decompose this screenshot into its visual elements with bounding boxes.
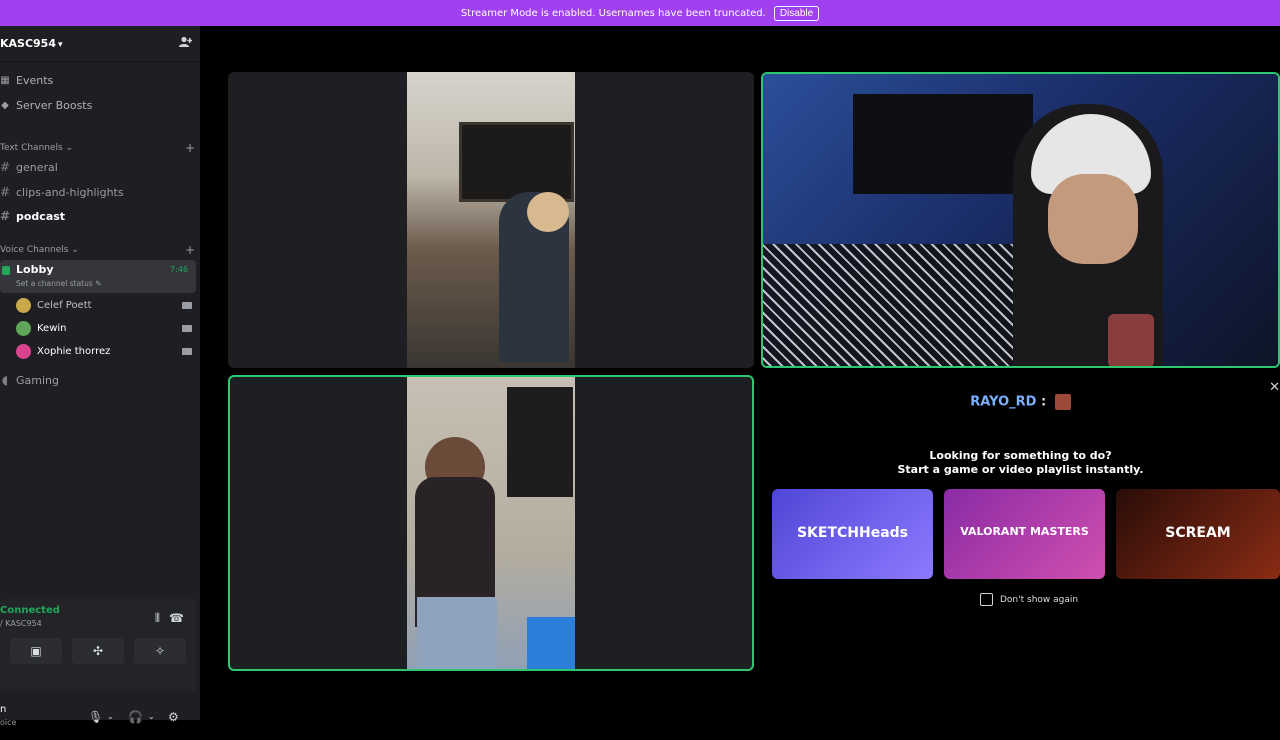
avatar [16,320,31,336]
chevron-down-icon: ▾ [58,40,63,50]
participant-video [407,377,575,669]
member-name: Xophie thorrez [37,345,111,357]
soundboard-icon: ✧ [154,644,166,658]
speaker-icon: ◖ [1,373,9,387]
set-channel-status[interactable]: Set a channel status ✎ [16,279,101,288]
avatar [16,297,31,313]
voice-connection-panel: Connected / KASC954 ⦀ ☎ ▣ ✣ ✧ [0,599,196,691]
participant-video [407,72,575,368]
video-tile-speaking[interactable] [228,375,754,671]
activity-suggestion-panel: RAYO_RD : ✕ Looking for something to do?… [761,374,1280,670]
activity-card-scream[interactable]: SCREAM [1116,489,1280,579]
member-name: Celef Poett [37,299,92,311]
category-voice-channels[interactable]: Voice Channels ⌄ + [0,243,195,257]
user-status: oice [0,718,17,727]
banner-text: Streamer Mode is enabled. Usernames have… [460,7,766,19]
activities-icon: ✣ [92,644,104,658]
microphone-icon[interactable]: 🎙 [88,710,103,724]
disconnect-icon[interactable]: ☎ [169,611,184,625]
activity-card-valorant[interactable]: VALORANT MASTERS [944,489,1105,579]
channel-label: clips-and-highlights [16,185,124,199]
video-tile[interactable] [228,72,754,368]
voice-connected-channel: / KASC954 [0,619,42,628]
channel-clips-and-highlights[interactable]: # clips-and-highlights [0,185,124,199]
gear-icon[interactable]: ⚙ [168,710,179,724]
activity-username: RAYO_RD [970,394,1037,410]
channel-general[interactable]: # general [0,160,58,174]
add-channel-icon[interactable]: + [185,243,195,257]
voice-connected-status[interactable]: Connected [0,605,60,616]
headphones-icon[interactable]: 🎧 [128,710,143,724]
member-name: Kewin [37,322,67,334]
avatar [16,343,31,359]
lobby-timer: 7:46 [170,265,188,274]
camera-icon [182,301,192,309]
boost-icon: ◆ [1,100,9,111]
camera-icon [182,324,192,332]
noise-suppression-icon[interactable]: ⦀ [155,611,160,626]
hash-icon: # [0,185,11,199]
nav-server-boosts-label: Server Boosts [16,99,93,112]
hash-icon: # [0,160,11,174]
hash-icon: # [0,209,11,223]
channel-label: general [16,160,58,174]
soundboard-button[interactable]: ✧ [134,638,186,664]
video-tile-speaking[interactable] [761,72,1280,368]
nav-events[interactable]: ▦ Events [0,74,53,87]
nav-events-label: Events [16,74,54,87]
dont-show-label: Don't show again [1000,594,1079,605]
channel-sidebar: KASC954 ▾ ▦ Events ◆ Server Boosts Text C… [0,26,200,727]
category-label: Text Channels [0,143,63,153]
lobby-label: Lobby [16,263,54,276]
voice-member[interactable]: Kewin [16,319,192,337]
dont-show-again[interactable]: Don't show again [980,593,1078,606]
voice-channel-lobby[interactable]: Lobby 7:46 Set a channel status ✎ [0,260,196,293]
activity-username-row: RAYO_RD : [761,394,1280,410]
close-icon[interactable]: ✕ [1269,380,1280,395]
category-text-channels[interactable]: Text Channels ⌄ + [0,141,195,155]
streamer-mode-banner: Streamer Mode is enabled. Usernames have… [0,0,1280,26]
user-panel: n oice 🎙 ⌄ 🎧 ⌄ ⚙ [0,694,200,740]
channel-label: podcast [16,209,66,223]
pencil-icon: ✎ [95,279,102,288]
activity-prompt: Looking for something to do? Start a gam… [897,449,1144,476]
activity-card-sketchheads[interactable]: SKETCHHeads [772,489,933,579]
share-screen-button[interactable]: ▣ [10,638,62,664]
voice-member[interactable]: Celef Poett [16,296,192,314]
disable-streamer-mode-button[interactable]: Disable [773,5,820,21]
category-label: Voice Channels [0,245,69,255]
voice-channel-gaming[interactable]: ◖ Gaming [0,373,59,387]
participant-video [763,74,1278,366]
username: n [0,704,7,715]
dont-show-checkbox[interactable] [980,593,993,606]
screen-share-icon: ▣ [30,644,42,658]
speaker-icon [2,266,10,275]
avatar [1054,394,1071,410]
activities-button[interactable]: ✣ [72,638,124,664]
camera-icon [182,347,192,355]
server-header[interactable]: KASC954 ▾ [0,26,200,62]
channel-podcast[interactable]: # podcast [0,209,65,223]
nav-server-boosts[interactable]: ◆ Server Boosts [0,99,92,112]
person-add-icon[interactable] [179,36,193,51]
channel-label: Gaming [16,373,59,387]
voice-member[interactable]: Xophie thorrez [16,342,192,360]
server-name: KASC954 [0,37,56,50]
calendar-icon: ▦ [0,75,10,86]
add-channel-icon[interactable]: + [185,141,195,155]
